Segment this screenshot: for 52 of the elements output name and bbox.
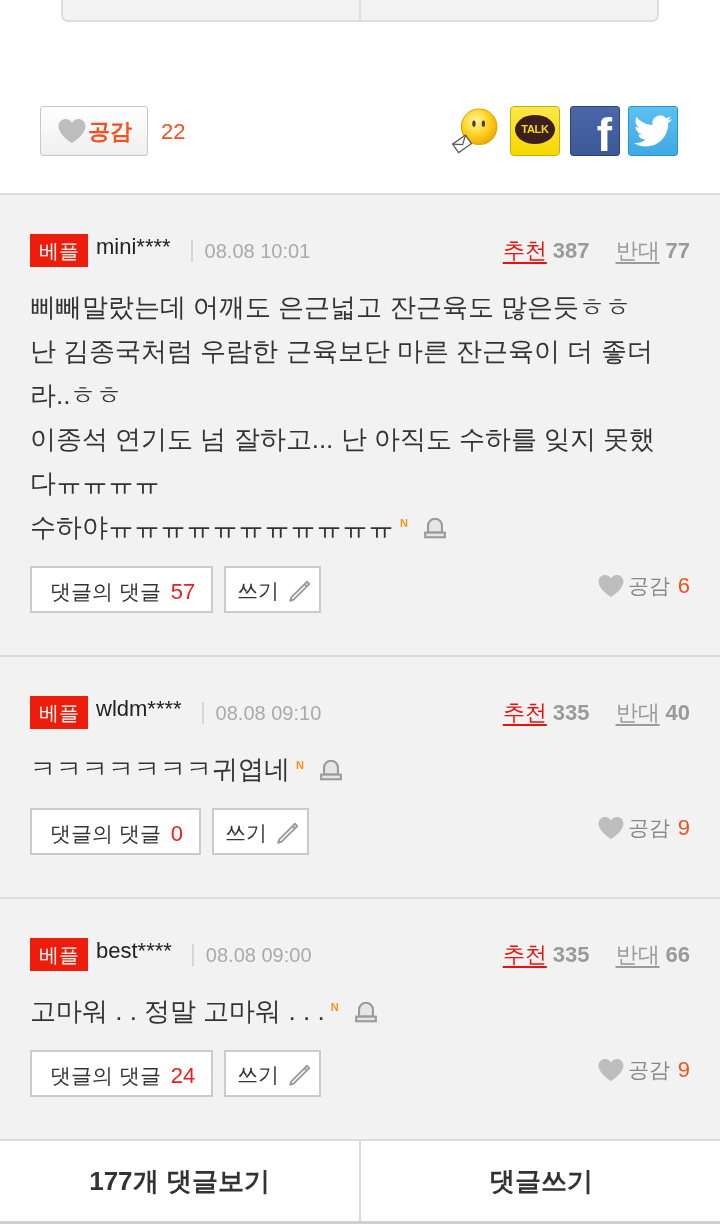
reply-button[interactable]: 댓글의 댓글 24 [30,1050,214,1097]
timestamp: 08.08 09:10 [215,700,322,726]
siren-icon [354,1001,377,1023]
recommend-link[interactable]: 추천 [502,938,547,971]
timestamp: 08.08 10:01 [204,238,311,264]
write-button[interactable]: 쓰기 [224,1050,322,1097]
like-count: 22 [161,117,186,146]
twitter-share-button[interactable] [628,106,678,156]
heart-icon [596,573,625,598]
new-label: N [400,517,408,529]
heart-icon [596,815,625,840]
new-label: N [330,1001,339,1013]
like-button[interactable]: 공감 9 [596,1053,690,1086]
like-button[interactable]: 공감 [40,106,148,156]
kakaotalk-share-button[interactable]: TALK [510,106,560,156]
oppose-count: 66 [665,941,690,969]
write-button[interactable]: 쓰기 [212,808,310,855]
new-label: N [296,759,304,771]
best-badge: 베플 [30,938,88,971]
pencil-icon [277,821,300,844]
pencil-icon [289,579,312,602]
like-button[interactable]: 공감 6 [596,569,690,602]
username: best**** [96,938,172,964]
like-button[interactable]: 공감 9 [596,811,690,844]
username: mini**** [96,234,171,260]
bird-icon [634,115,672,147]
recommend-count: 335 [552,941,590,969]
oppose-count: 77 [665,237,690,265]
comment-text: ㅋㅋㅋㅋㅋㅋㅋ귀엽네 [30,754,290,784]
recommend-count: 335 [552,699,590,727]
best-badge: 베플 [30,234,88,267]
best-badge: 베플 [30,696,88,729]
smiley-envelope-icon [452,108,498,154]
reply-button[interactable]: 댓글의 댓글 0 [30,808,202,855]
username: wldm**** [96,696,182,722]
heart-icon [596,1057,625,1082]
reply-button[interactable]: 댓글의 댓글 57 [30,566,214,613]
comment-text: 수하야ㅠㅠㅠㅠㅠㅠㅠㅠㅠㅠㅠ [30,512,394,542]
siren-icon [319,759,342,781]
oppose-count: 40 [665,699,690,727]
recommend-count: 387 [552,237,590,265]
facebook-share-button[interactable]: f [570,106,620,156]
pencil-icon [289,1063,312,1086]
siren-icon [423,517,446,539]
write-button[interactable]: 쓰기 [224,566,322,613]
timestamp: 08.08 09:00 [205,942,312,968]
message-share-button[interactable] [452,108,498,154]
recommend-link[interactable]: 추천 [502,234,547,267]
comment-text: 고마워 . . 정말 고마워 . . . [30,996,325,1026]
comment-text: 삐빼말랐는데 어깨도 은근넓고 잔근육도 많은듯ㅎㅎ 난 김종국처럼 우람한 근육보단 마른 잔근육이 더 좋더 라..ㅎㅎ 이종석 연기도 넘 잘하고... 난 아직도 수하를 잊지 못했 다ㅠㅠㅠㅠ [30,291,657,500]
heart-icon [56,118,87,144]
recommend-link[interactable]: 추천 [502,696,547,729]
